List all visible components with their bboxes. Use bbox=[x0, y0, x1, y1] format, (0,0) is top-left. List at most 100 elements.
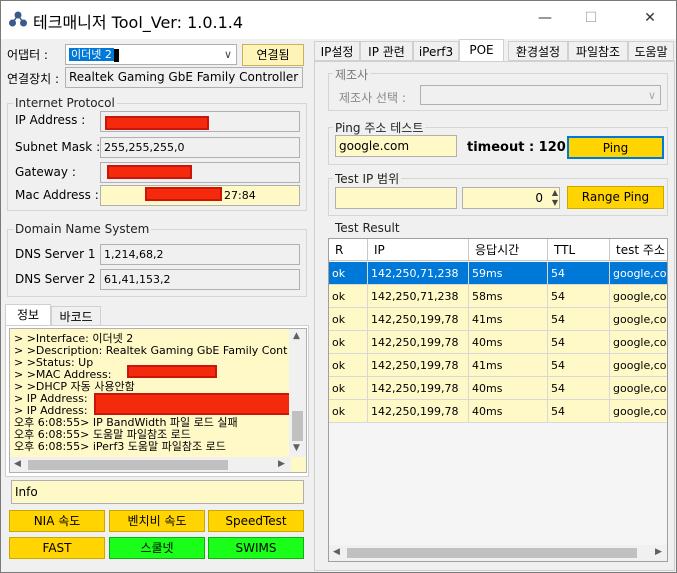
redaction-block bbox=[107, 165, 192, 179]
result-cell: ok bbox=[329, 262, 368, 285]
minimize-button[interactable]: — bbox=[522, 1, 568, 35]
range-group-label: Test IP 범위 bbox=[333, 170, 402, 187]
swims-button[interactable]: SWIMS bbox=[208, 537, 304, 559]
scroll-right-icon[interactable]: ▶ bbox=[655, 547, 662, 557]
column-header[interactable]: test 주소 bbox=[610, 239, 667, 261]
close-button[interactable]: ✕ bbox=[627, 1, 673, 35]
timeout-label: timeout : 120 bbox=[467, 140, 566, 155]
spin-up-icon[interactable]: ▲ bbox=[552, 188, 558, 198]
table-row[interactable]: ok 142,250,199,78 41ms 54 google,com bbox=[329, 308, 667, 331]
ip-group-label: Internet Protocol bbox=[13, 96, 117, 110]
subnet-label: Subnet Mask : bbox=[15, 140, 101, 154]
dns-group-label: Domain Name System bbox=[13, 222, 152, 236]
ip-cell: 142,250,199,78 bbox=[368, 377, 469, 400]
column-header[interactable]: 응답시간 bbox=[469, 239, 548, 261]
column-header[interactable]: TTL bbox=[548, 239, 610, 261]
table-row[interactable]: ok 142,250,199,78 40ms 54 google,com bbox=[329, 400, 667, 423]
tab-file-reference[interactable]: 파일참조 bbox=[568, 41, 628, 61]
ping-button[interactable]: Ping bbox=[567, 136, 664, 159]
address-cell: google,com bbox=[610, 262, 667, 285]
log-textbox[interactable]: > >Interface: 이더넷 2 > >Description: Real… bbox=[9, 328, 307, 473]
result-group-label: Test Result bbox=[333, 221, 402, 235]
adapter-label: 어댑터 : bbox=[7, 48, 48, 62]
main-window: 테크매니저 Tool_Ver: 1.0.1.4 — ☐ ✕ 어댑터 : 이더넷 … bbox=[0, 0, 677, 573]
result-cell: ok bbox=[329, 354, 368, 377]
title-bar[interactable]: 테크매니저 Tool_Ver: 1.0.1.4 — ☐ ✕ bbox=[1, 1, 676, 39]
column-header[interactable]: R bbox=[329, 239, 368, 261]
tab-ip-related[interactable]: IP 관련 bbox=[360, 41, 413, 61]
ip-cell: 142,250,199,78 bbox=[368, 331, 469, 354]
tab-poe[interactable]: POE bbox=[459, 39, 504, 61]
table-row[interactable]: ok 142,250,71,238 58ms 54 google,com bbox=[329, 285, 667, 308]
time-cell: 40ms bbox=[469, 331, 548, 354]
scroll-down-icon[interactable]: ▼ bbox=[293, 443, 300, 453]
tab-iperf3[interactable]: iPerf3 bbox=[413, 41, 459, 61]
result-cell: ok bbox=[329, 400, 368, 423]
ip-address-label: IP Address : bbox=[15, 113, 86, 127]
text-cursor bbox=[113, 48, 119, 62]
connected-button[interactable]: 연결됨 bbox=[242, 44, 304, 66]
scroll-thumb[interactable] bbox=[28, 460, 228, 470]
nia-speed-button[interactable]: NIA 속도 bbox=[9, 510, 105, 532]
scroll-thumb[interactable] bbox=[292, 411, 303, 441]
info-field[interactable]: Info bbox=[11, 480, 304, 504]
ip-cell: 142,250,71,238 bbox=[368, 285, 469, 308]
maximize-button[interactable]: ☐ bbox=[568, 1, 614, 35]
range-ping-button[interactable]: Range Ping bbox=[567, 186, 664, 209]
scroll-right-icon[interactable]: ▶ bbox=[278, 459, 285, 469]
table-row[interactable]: ok 142,250,199,78 41ms 54 google,com bbox=[329, 354, 667, 377]
log-line: 오후 6:08:55> iPerf3 도움말 파일참조 로드 bbox=[14, 440, 226, 453]
fast-button[interactable]: FAST bbox=[9, 537, 105, 559]
dns1-field: 1,214,68,2 bbox=[100, 244, 300, 265]
scroll-up-icon[interactable]: ▲ bbox=[293, 331, 300, 341]
redaction-block bbox=[127, 365, 217, 378]
ping-address-input[interactable]: google.com bbox=[335, 135, 457, 157]
address-cell: google,com bbox=[610, 400, 667, 423]
result-cell: ok bbox=[329, 308, 368, 331]
device-label: 연결장치 : bbox=[7, 72, 60, 86]
gateway-label: Gateway : bbox=[15, 165, 76, 179]
ttl-cell: 54 bbox=[548, 377, 610, 400]
tab-info[interactable]: 정보 bbox=[5, 304, 51, 326]
address-cell: google,com bbox=[610, 377, 667, 400]
vendor-group-label: 제조사 bbox=[333, 66, 371, 83]
table-row[interactable]: ok 142,250,71,238 59ms 54 google,com bbox=[329, 262, 667, 285]
table-horizontal-scrollbar[interactable]: ◀ ▶ bbox=[329, 545, 667, 561]
range-count-value: 0 bbox=[535, 191, 543, 205]
schoolnet-button[interactable]: 스쿨넷 bbox=[109, 537, 205, 559]
adapter-select[interactable]: 이더넷 2 ∨ bbox=[65, 44, 237, 65]
spin-down-icon[interactable]: ▼ bbox=[552, 198, 558, 208]
range-start-input[interactable] bbox=[335, 187, 457, 209]
ttl-cell: 54 bbox=[548, 262, 610, 285]
ttl-cell: 54 bbox=[548, 308, 610, 331]
scroll-thumb[interactable] bbox=[347, 548, 637, 558]
tab-ip-settings[interactable]: IP설정 bbox=[314, 41, 360, 61]
scroll-left-icon[interactable]: ◀ bbox=[333, 547, 340, 557]
network-app-icon bbox=[9, 11, 27, 27]
range-count-input[interactable]: 0 ▲ ▼ bbox=[462, 187, 560, 209]
ip-cell: 142,250,71,238 bbox=[368, 262, 469, 285]
time-cell: 58ms bbox=[469, 285, 548, 308]
speedtest-button[interactable]: SpeedTest bbox=[208, 510, 304, 532]
ip-cell: 142,250,199,78 bbox=[368, 354, 469, 377]
dns2-field: 61,41,153,2 bbox=[100, 269, 300, 290]
table-row[interactable]: ok 142,250,199,78 40ms 54 google,com bbox=[329, 377, 667, 400]
tab-help[interactable]: 도움말 bbox=[628, 41, 674, 61]
device-field: Realtek Gaming GbE Family Controller bbox=[65, 67, 303, 88]
tab-barcode[interactable]: 바코드 bbox=[51, 306, 101, 326]
log-horizontal-scrollbar[interactable]: ◀ ▶ bbox=[10, 457, 291, 472]
log-vertical-scrollbar[interactable]: ▲ ▼ bbox=[289, 329, 306, 457]
address-cell: google,com bbox=[610, 285, 667, 308]
table-row[interactable]: ok 142,250,199,78 40ms 54 google,com bbox=[329, 331, 667, 354]
redaction-block bbox=[105, 116, 209, 130]
benchbee-speed-button[interactable]: 벤치비 속도 bbox=[109, 510, 205, 532]
chevron-down-icon: ∨ bbox=[647, 89, 656, 102]
scroll-left-icon[interactable]: ◀ bbox=[14, 459, 21, 469]
result-table[interactable]: R IP 응답시간 TTL test 주소 ok 142,250,71,238 … bbox=[328, 238, 668, 562]
window-title: 테크매니저 Tool_Ver: 1.0.1.4 bbox=[33, 13, 244, 32]
adapter-selected-value: 이더넷 2 bbox=[69, 48, 114, 61]
chevron-down-icon: ∨ bbox=[223, 48, 232, 61]
vendor-select: ∨ bbox=[420, 85, 661, 105]
tab-environment[interactable]: 환경설정 bbox=[508, 41, 568, 61]
column-header[interactable]: IP bbox=[368, 239, 469, 261]
